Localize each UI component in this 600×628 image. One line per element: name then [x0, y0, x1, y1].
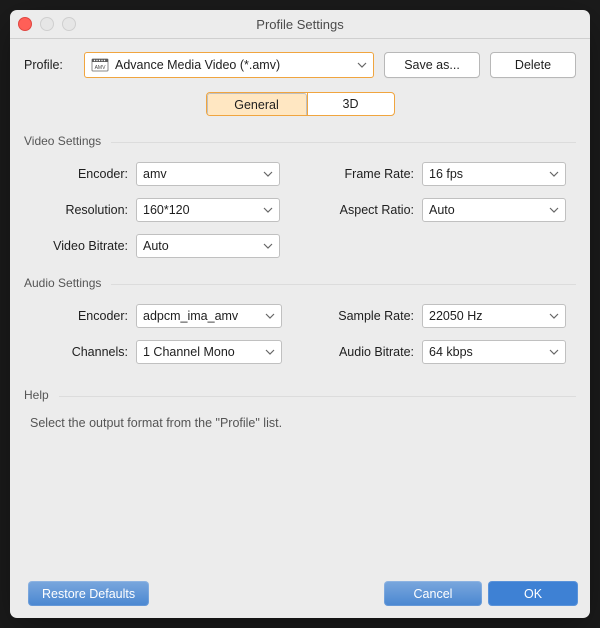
- save-as-label: Save as...: [404, 58, 460, 72]
- cancel-label: Cancel: [414, 587, 453, 601]
- ok-button[interactable]: OK: [488, 581, 578, 606]
- footer: Restore Defaults Cancel OK: [10, 581, 590, 618]
- titlebar: Profile Settings: [10, 10, 590, 39]
- window-controls: [18, 17, 76, 31]
- tabs: General 3D: [206, 92, 395, 116]
- help-header: Help: [24, 388, 49, 402]
- svg-text:AMV: AMV: [95, 65, 107, 71]
- window-title: Profile Settings: [10, 17, 590, 32]
- audio-bitrate-value: 64 kbps: [429, 345, 549, 359]
- tab-3d[interactable]: 3D: [307, 93, 394, 115]
- save-as-button[interactable]: Save as...: [384, 52, 480, 78]
- audio-bitrate-label: Audio Bitrate:: [314, 345, 414, 359]
- amv-format-icon: AMV: [91, 58, 109, 72]
- resolution-label: Resolution:: [28, 203, 128, 217]
- audio-encoder-label: Encoder:: [28, 309, 128, 323]
- tab-general[interactable]: General: [207, 93, 307, 116]
- aspect-ratio-label: Aspect Ratio:: [314, 203, 414, 217]
- video-bitrate-select[interactable]: Auto: [136, 234, 280, 258]
- tab-3d-label: 3D: [343, 97, 359, 111]
- sample-rate-select[interactable]: 22050 Hz: [422, 304, 566, 328]
- restore-defaults-button[interactable]: Restore Defaults: [28, 581, 149, 606]
- ok-label: OK: [524, 587, 542, 601]
- maximize-icon[interactable]: [62, 17, 76, 31]
- audio-encoder-value: adpcm_ima_amv: [143, 309, 265, 323]
- resolution-value: 160*120: [143, 203, 263, 217]
- video-encoder-select[interactable]: amv: [136, 162, 280, 186]
- close-icon[interactable]: [18, 17, 32, 31]
- restore-defaults-label: Restore Defaults: [42, 587, 135, 601]
- resolution-select[interactable]: 160*120: [136, 198, 280, 222]
- video-bitrate-label: Video Bitrate:: [28, 239, 128, 253]
- chevron-down-icon: [357, 62, 367, 68]
- chevron-down-icon: [265, 313, 275, 319]
- chevron-down-icon: [549, 207, 559, 213]
- channels-select[interactable]: 1 Channel Mono: [136, 340, 282, 364]
- tab-general-label: General: [234, 98, 278, 112]
- video-bitrate-value: Auto: [143, 239, 263, 253]
- audio-bitrate-select[interactable]: 64 kbps: [422, 340, 566, 364]
- aspect-ratio-select[interactable]: Auto: [422, 198, 566, 222]
- channels-value: 1 Channel Mono: [143, 345, 265, 359]
- chevron-down-icon: [263, 207, 273, 213]
- audio-encoder-select[interactable]: adpcm_ima_amv: [136, 304, 282, 328]
- help-text: Select the output format from the "Profi…: [24, 416, 576, 430]
- profile-label: Profile:: [24, 58, 74, 72]
- video-encoder-value: amv: [143, 167, 263, 181]
- frame-rate-select[interactable]: 16 fps: [422, 162, 566, 186]
- chevron-down-icon: [549, 171, 559, 177]
- minimize-icon[interactable]: [40, 17, 54, 31]
- divider: [111, 142, 576, 143]
- frame-rate-label: Frame Rate:: [314, 167, 414, 181]
- channels-label: Channels:: [28, 345, 128, 359]
- sample-rate-label: Sample Rate:: [314, 309, 414, 323]
- chevron-down-icon: [263, 171, 273, 177]
- divider: [59, 396, 576, 397]
- chevron-down-icon: [265, 349, 275, 355]
- frame-rate-value: 16 fps: [429, 167, 549, 181]
- sample-rate-value: 22050 Hz: [429, 309, 549, 323]
- divider: [111, 284, 576, 285]
- video-settings-header: Video Settings: [24, 134, 101, 148]
- profile-value: Advance Media Video (*.amv): [115, 58, 357, 72]
- delete-button[interactable]: Delete: [490, 52, 576, 78]
- chevron-down-icon: [263, 243, 273, 249]
- profile-settings-window: Profile Settings Profile:: [10, 10, 590, 618]
- delete-label: Delete: [515, 58, 551, 72]
- profile-select[interactable]: AMV Advance Media Video (*.amv): [84, 52, 374, 78]
- chevron-down-icon: [549, 313, 559, 319]
- chevron-down-icon: [549, 349, 559, 355]
- video-encoder-label: Encoder:: [28, 167, 128, 181]
- cancel-button[interactable]: Cancel: [384, 581, 482, 606]
- audio-settings-header: Audio Settings: [24, 276, 101, 290]
- aspect-ratio-value: Auto: [429, 203, 549, 217]
